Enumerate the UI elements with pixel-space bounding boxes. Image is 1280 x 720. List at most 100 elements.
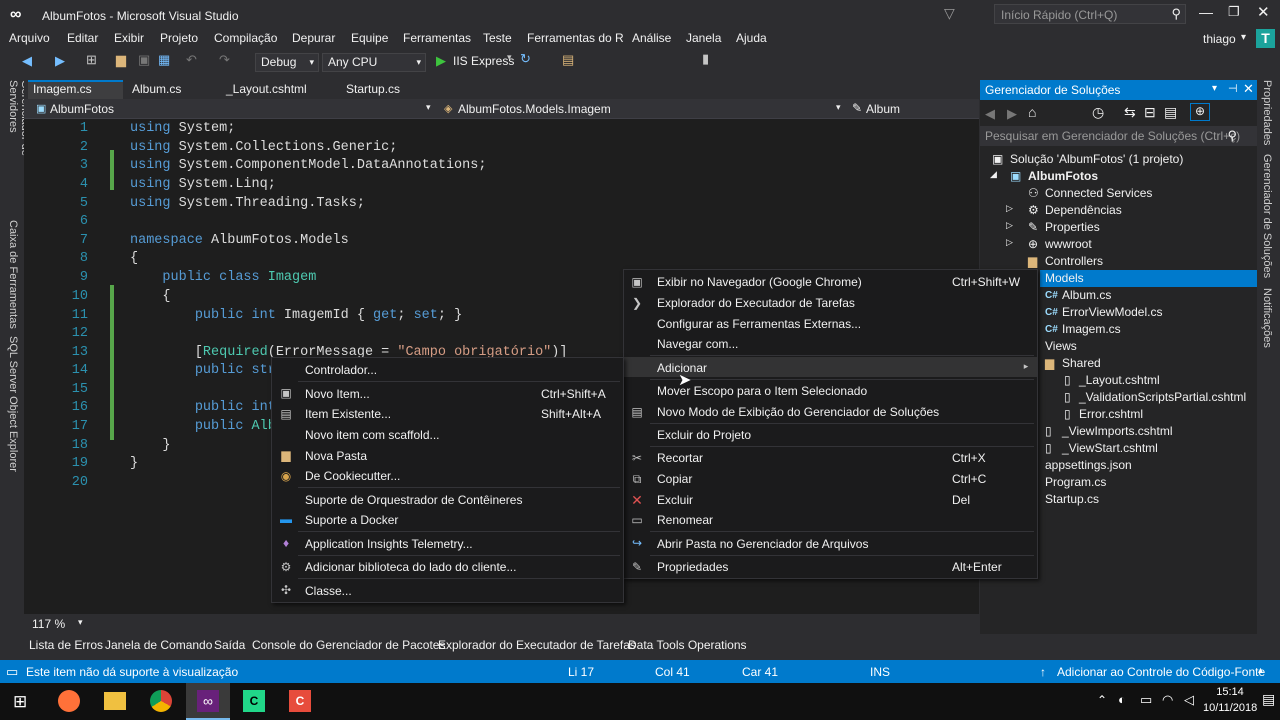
zoom-level[interactable]: 117 %: [32, 617, 65, 631]
tree-item[interactable]: Album.cs: [1062, 288, 1111, 302]
nav-project[interactable]: AlbumFotos: [50, 102, 114, 116]
menu-analise[interactable]: Análise: [632, 31, 671, 45]
submenu-item-cookiecutter[interactable]: De Cookiecutter...: [305, 469, 400, 483]
search-icon[interactable]: ⚲: [1171, 6, 1181, 22]
solution-explorer-tab[interactable]: Gerenciador de Soluções: [1261, 154, 1273, 282]
close-window-button[interactable]: ✕: [1257, 3, 1270, 21]
menu-item-task-runner[interactable]: Explorador do Executador de Tarefas: [657, 296, 855, 310]
collapse-icon[interactable]: ▷: [1006, 237, 1013, 248]
toolbox-tab[interactable]: Caixa de Ferramentas: [7, 220, 19, 330]
menu-item-renomear[interactable]: Renomear: [657, 513, 713, 527]
tab-imagem[interactable]: Imagem.cs: [33, 82, 92, 96]
power-icon[interactable]: ▭: [1140, 692, 1152, 708]
menu-item-propriedades[interactable]: Propriedades: [657, 560, 728, 574]
close-icon[interactable]: ✕: [1243, 81, 1254, 97]
platform-select[interactable]: Any CPU ▾: [322, 53, 426, 72]
submenu-item-app-insights[interactable]: Application Insights Telemetry...: [305, 537, 473, 551]
tree-item[interactable]: Program.cs: [1045, 475, 1106, 489]
config-select[interactable]: Debug ▾: [255, 53, 319, 72]
refresh-icon[interactable]: ↻: [520, 51, 531, 67]
properties-icon[interactable]: ⊕: [1190, 103, 1210, 121]
tree-item[interactable]: _ViewImports.cshtml: [1062, 424, 1172, 438]
expand-icon[interactable]: ◢: [990, 169, 997, 180]
tree-item[interactable]: ErrorViewModel.cs: [1062, 305, 1162, 319]
sync-icon[interactable]: ⇆: [1124, 104, 1136, 121]
save-all-icon[interactable]: ▦: [158, 52, 170, 68]
menu-ferramentas[interactable]: Ferramentas: [403, 31, 471, 45]
user-dropdown-icon[interactable]: ▾: [1241, 32, 1246, 43]
sql-server-explorer-tab[interactable]: SQL Server Object Explorer: [7, 336, 19, 476]
show-all-files-icon[interactable]: ▤: [1164, 104, 1177, 121]
tab-data-tools[interactable]: Data Tools Operations: [628, 638, 747, 652]
undo-icon[interactable]: ↶: [186, 52, 197, 68]
tab-startup[interactable]: Startup.cs: [346, 82, 400, 96]
tree-item[interactable]: appsettings.json: [1045, 458, 1132, 472]
new-project-icon[interactable]: ⊞: [86, 52, 97, 68]
chrome-icon[interactable]: [150, 690, 172, 712]
tree-item[interactable]: _ViewStart.cshtml: [1062, 441, 1158, 455]
pin-icon[interactable]: ⊣: [1228, 82, 1238, 95]
source-control-button[interactable]: Adicionar ao Controle do Código-Fonte: [1057, 665, 1265, 679]
filter-icon[interactable]: ▽: [944, 5, 955, 22]
submenu-item-docker[interactable]: Suporte a Docker: [305, 513, 398, 527]
submenu-item-scaffold[interactable]: Novo item com scaffold...: [305, 428, 440, 442]
tab-package-manager[interactable]: Console do Gerenciador de Pacotes: [252, 638, 445, 652]
tab-output[interactable]: Saída: [214, 638, 245, 652]
file-explorer-icon[interactable]: [104, 692, 126, 710]
tree-item[interactable]: Imagem.cs: [1062, 322, 1121, 336]
notification-center-icon[interactable]: ▤: [1262, 691, 1275, 708]
menu-compilacao[interactable]: Compilação: [214, 31, 277, 45]
pycharm-icon[interactable]: C: [243, 690, 265, 712]
tree-item[interactable]: Properties: [1045, 220, 1100, 234]
tree-item[interactable]: Views: [1045, 339, 1077, 353]
clion-icon[interactable]: C: [289, 690, 311, 712]
menu-item-navegar-com[interactable]: Navegar com...: [657, 337, 738, 351]
submenu-item-classe[interactable]: Classe...: [305, 584, 352, 598]
chevron-up-icon[interactable]: ▴: [1258, 665, 1263, 676]
network-icon[interactable]: ◐: [1118, 692, 1126, 707]
avatar[interactable]: T: [1256, 29, 1275, 48]
user-name[interactable]: thiago: [1203, 32, 1236, 46]
submenu-item-orquestrador[interactable]: Suporte de Orquestrador de Contêineres: [305, 493, 522, 507]
run-dropdown-icon[interactable]: ▾: [507, 52, 512, 63]
search-icon[interactable]: ⚲: [1227, 128, 1237, 144]
tab-album[interactable]: Album.cs: [132, 82, 181, 96]
tab-error-list[interactable]: Lista de Erros: [29, 638, 103, 652]
menu-item-external-tools[interactable]: Configurar as Ferramentas Externas...: [657, 317, 861, 331]
chevron-down-icon[interactable]: ▾: [836, 102, 841, 113]
tree-item[interactable]: _ValidationScriptsPartial.cshtml: [1079, 390, 1246, 404]
submenu-item-novo-item[interactable]: Novo Item...: [305, 387, 370, 401]
submenu-item-item-existente[interactable]: Item Existente...: [305, 407, 391, 421]
notifications-tab[interactable]: Notificações: [1261, 288, 1273, 358]
volume-icon[interactable]: ◁: [1184, 692, 1194, 708]
menu-item-excluir[interactable]: Excluir: [657, 493, 693, 507]
clock-date[interactable]: 10/11/2018: [1203, 702, 1257, 714]
minimize-button[interactable]: —: [1199, 4, 1213, 20]
save-icon[interactable]: ▣: [138, 52, 150, 68]
tree-item[interactable]: Error.cshtml: [1079, 407, 1143, 421]
menu-ferramentas-r[interactable]: Ferramentas do R: [527, 31, 624, 45]
bookmark-icon[interactable]: ▮: [702, 51, 709, 67]
forward-icon[interactable]: ▶: [1007, 106, 1017, 122]
menu-item-copiar[interactable]: Copiar: [657, 472, 692, 486]
tree-item[interactable]: Startup.cs: [1045, 492, 1099, 506]
menu-projeto[interactable]: Projeto: [160, 31, 198, 45]
tree-item[interactable]: Shared: [1062, 356, 1101, 370]
submenu-item-biblioteca[interactable]: Adicionar biblioteca do lado do cliente.…: [305, 560, 516, 574]
tab-task-runner[interactable]: Explorador do Executador de Tarefas: [438, 638, 636, 652]
menu-editar[interactable]: Editar: [67, 31, 98, 45]
tree-item-selected[interactable]: Models: [1045, 271, 1084, 285]
chevron-down-icon[interactable]: ▾: [78, 617, 83, 628]
maximize-button[interactable]: ❐: [1228, 4, 1240, 20]
clock-time[interactable]: 15:14: [1205, 686, 1255, 698]
menu-teste[interactable]: Teste: [483, 31, 512, 45]
back-icon[interactable]: ◀: [985, 106, 995, 122]
quick-launch-input[interactable]: Início Rápido (Ctrl+Q) ⚲: [994, 4, 1186, 24]
tree-item[interactable]: AlbumFotos: [1028, 169, 1098, 183]
collapse-icon[interactable]: ▷: [1006, 203, 1013, 214]
submenu-item-nova-pasta[interactable]: Nova Pasta: [305, 449, 367, 463]
home-icon[interactable]: ⌂: [1028, 104, 1036, 120]
tree-item[interactable]: Solução 'AlbumFotos' (1 projeto): [1010, 152, 1183, 166]
tree-item[interactable]: Connected Services: [1045, 186, 1152, 200]
menu-item-recortar[interactable]: Recortar: [657, 451, 703, 465]
